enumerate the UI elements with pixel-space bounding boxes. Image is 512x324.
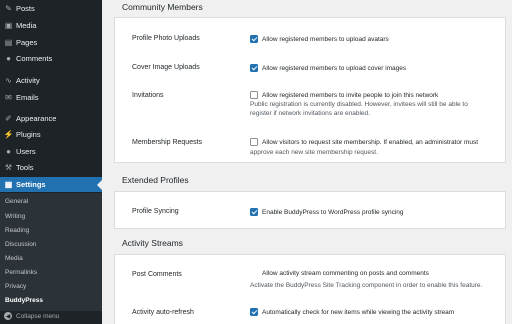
admin-sidebar: ✎ Posts ▣ Media ▤ Pages ● Comments ∿ Act… bbox=[0, 0, 102, 324]
membership-requests-option: Allow visitors to request site membershi… bbox=[262, 139, 479, 146]
invitations-option: Allow registered members to invite peopl… bbox=[262, 92, 439, 99]
submenu-item-buddypress[interactable]: BuddyPress bbox=[5, 297, 43, 304]
invitations-label: Invitations bbox=[132, 92, 164, 99]
profile-syncing-option: Enable BuddyPress to WordPress profile s… bbox=[262, 209, 404, 216]
users-icon: ● bbox=[6, 147, 11, 156]
pin-icon: ✎ bbox=[5, 4, 12, 13]
sidebar-item-appearance[interactable]: ✐ Appearance bbox=[0, 111, 102, 126]
membership-requests-description: approve each new site membership request… bbox=[250, 149, 378, 156]
invitations-description-line1: Public registration is currently disable… bbox=[250, 101, 468, 108]
sidebar-item-posts[interactable]: ✎ Posts bbox=[0, 1, 102, 16]
activity-refresh-checkbox[interactable] bbox=[250, 308, 258, 316]
activity-streams-panel: Post Comments Allow activity stream comm… bbox=[114, 254, 506, 324]
email-icon: ✉ bbox=[5, 93, 12, 102]
section-title-activity: Activity Streams bbox=[122, 238, 183, 248]
profile-photo-option: Allow registered members to upload avata… bbox=[262, 36, 389, 43]
section-title-profiles: Extended Profiles bbox=[122, 175, 189, 185]
settings-main: Community Members Profile Photo Uploads … bbox=[102, 0, 512, 324]
submenu-item-media[interactable]: Media bbox=[5, 255, 23, 262]
invitations-checkbox[interactable] bbox=[250, 91, 258, 99]
submenu-item-writing[interactable]: Writing bbox=[5, 213, 25, 220]
collapse-menu-button[interactable]: ◀ Collapse menu bbox=[4, 312, 59, 320]
cover-image-checkbox[interactable] bbox=[250, 64, 258, 72]
extended-profiles-panel: Profile Syncing Enable BuddyPress to Wor… bbox=[114, 191, 506, 229]
submenu-item-reading[interactable]: Reading bbox=[5, 227, 29, 234]
sidebar-item-emails[interactable]: ✉ Emails bbox=[0, 90, 102, 105]
submenu-item-general[interactable]: General bbox=[5, 198, 28, 205]
post-comments-label: Post Comments bbox=[132, 271, 182, 278]
community-members-panel: Profile Photo Uploads Allow registered m… bbox=[114, 17, 506, 163]
wrench-icon: ⚒ bbox=[4, 163, 13, 172]
post-comments-description: Activate the BuddyPress Site Tracking co… bbox=[250, 282, 483, 289]
settings-icon: ▦ bbox=[4, 180, 13, 189]
cover-image-label: Cover Image Uploads bbox=[132, 64, 200, 71]
cover-image-option: Allow registered members to upload cover… bbox=[262, 65, 407, 72]
submenu-item-permalinks[interactable]: Permalinks bbox=[5, 269, 37, 276]
sidebar-item-pages[interactable]: ▤ Pages bbox=[0, 35, 102, 50]
post-comments-option: Allow activity stream commenting on post… bbox=[262, 270, 429, 277]
plugin-icon: ⚡ bbox=[3, 130, 14, 139]
submenu-item-privacy[interactable]: Privacy bbox=[5, 283, 26, 290]
profile-syncing-label: Profile Syncing bbox=[132, 208, 179, 215]
comments-icon: ● bbox=[6, 54, 11, 63]
media-icon: ▣ bbox=[4, 21, 13, 30]
pages-icon: ▤ bbox=[4, 38, 13, 47]
settings-submenu: General Writing Reading Discussion Media… bbox=[0, 193, 102, 311]
sidebar-item-comments[interactable]: ● Comments bbox=[0, 51, 102, 66]
activity-refresh-option: Automatically check for new items while … bbox=[262, 309, 455, 316]
sidebar-item-tools[interactable]: ⚒ Tools bbox=[0, 160, 102, 175]
profile-photo-checkbox[interactable] bbox=[250, 35, 258, 43]
profile-syncing-checkbox[interactable] bbox=[250, 208, 258, 216]
sidebar-item-activity[interactable]: ∿ Activity bbox=[0, 73, 102, 88]
submenu-item-discussion[interactable]: Discussion bbox=[5, 241, 36, 248]
membership-requests-checkbox[interactable] bbox=[250, 138, 258, 146]
collapse-icon: ◀ bbox=[4, 312, 12, 320]
brush-icon: ✐ bbox=[5, 114, 12, 123]
sidebar-item-settings[interactable]: ▦ Settings bbox=[0, 177, 102, 192]
profile-photo-label: Profile Photo Uploads bbox=[132, 35, 200, 42]
section-title-community: Community Members bbox=[122, 2, 203, 12]
activity-icon: ∿ bbox=[5, 76, 12, 85]
invitations-description-line2: register if network invitations are enab… bbox=[250, 110, 370, 117]
sidebar-item-plugins[interactable]: ⚡ Plugins bbox=[0, 127, 102, 142]
sidebar-item-media[interactable]: ▣ Media bbox=[0, 18, 102, 33]
sidebar-item-users[interactable]: ● Users bbox=[0, 144, 102, 159]
activity-refresh-label: Activity auto-refresh bbox=[132, 309, 194, 316]
membership-requests-label: Membership Requests bbox=[132, 139, 203, 146]
collapse-menu-label: Collapse menu bbox=[16, 312, 60, 320]
